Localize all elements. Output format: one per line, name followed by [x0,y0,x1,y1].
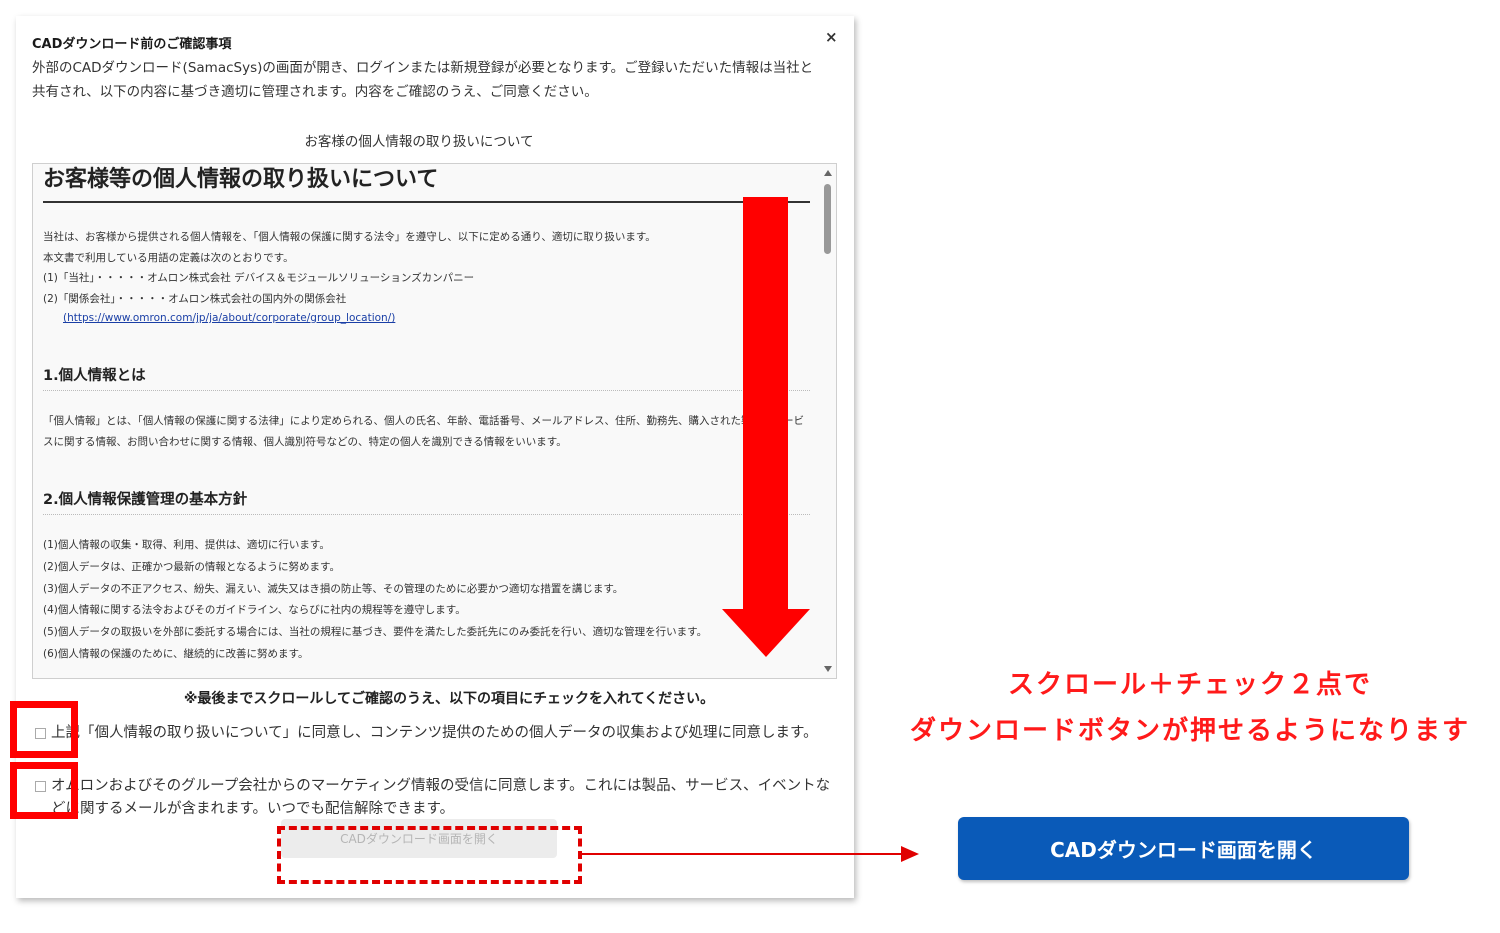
scrollbar[interactable] [820,164,836,678]
list-item: (3)個人データの不正アクセス、紛失、漏えい、滅失又はき損の防止等、その管理のた… [43,582,624,595]
intro-line: 当社は、お客様から提供される個人情報を、「個人情報の保護に関する法令」を遵守し、… [43,231,656,243]
document-title: お客様等の個人情報の取り扱いについて [43,167,439,192]
close-icon[interactable]: × [825,28,838,46]
consent-privacy-label: 上記「個人情報の取り扱いについて」に同意し、コンテンツ提供のための個人データの収… [51,725,818,741]
list-item: (1)個人情報の収集・取得、利用、提供は、適切に行います。 [43,539,330,551]
scroll-instruction: ※最後までスクロールしてご確認のうえ、以下の項目にチェックを入れてください。 [183,691,715,707]
consent-marketing-label: オムロンおよびそのグループ会社からのマーケティング情報の受信に同意します。これに… [51,778,831,817]
button-highlight [277,826,582,884]
section-divider [43,514,810,515]
policy-heading: お客様の個人情報の取り扱いについて [304,134,534,150]
list-item: (6)個人情報の保護のために、継続的に改善に努めます。 [43,647,309,660]
list-item: (5)個人データの取扱いを外部に委託する場合には、当社の規程に基づき、要件を満た… [43,626,708,639]
checkbox-highlight [10,701,78,758]
policy-scroll-area[interactable]: お客様等の個人情報の取り扱いについて 当社は、お客様から提供される個人情報を、「… [32,163,837,679]
section-divider [43,390,810,391]
list-item: (2)個人データは、正確かつ最新の情報となるように努めます。 [43,560,341,573]
cad-confirm-modal: × CADダウンロード前のご確認事項 外部のCADダウンロード(SamacSys… [16,16,854,898]
title-divider [43,201,810,203]
intro-line: 本文書で利用している用語の定義は次のとおりです。 [43,251,294,264]
policy-content: お客様等の個人情報の取り扱いについて 当社は、お客様から提供される個人情報を、「… [43,164,810,666]
group-location-link[interactable]: (https://www.omron.com/jp/ja/about/corpo… [63,309,810,328]
connector-arrow-line [582,853,902,855]
scroll-up-icon[interactable] [824,170,832,176]
list-item: (4)個人情報に関する法令およびそのガイドライン、ならびに社内の規程等を遵守しま… [43,604,466,617]
cad-download-button-enabled[interactable]: CADダウンロード画面を開く [958,817,1409,880]
section2-title: 2.個人情報保護管理の基本方針 [43,492,248,508]
annotation-note: スクロール＋チェック２点で ダウンロードボタンが押せるようになります [890,662,1490,754]
annotation-line2: ダウンロードボタンが押せるようになります [909,716,1470,746]
modal-title: CADダウンロード前のご確認事項 [32,37,232,52]
intro-line: (1)「当社」・・・・・オムロン株式会社 デバイス＆モジュールソリューションズカ… [43,272,475,284]
section1-text: 「個人情報」とは、「個人情報の保護に関する法律」により定められる、個人の氏名、年… [43,415,805,448]
scroll-arrow-head [722,609,810,657]
scroll-arrow-shaft [743,197,788,612]
scroll-down-icon[interactable] [824,666,832,672]
checkbox-highlight [10,762,78,819]
connector-arrow-head [901,846,919,862]
scrollbar-thumb[interactable] [824,184,831,254]
annotation-line1: スクロール＋チェック２点で [1007,670,1372,700]
consent-marketing-row[interactable]: オムロンおよびそのグループ会社からのマーケティング情報の受信に同意します。これに… [35,775,837,821]
consent-privacy-row[interactable]: 上記「個人情報の取り扱いについて」に同意し、コンテンツ提供のための個人データの収… [35,722,837,745]
modal-description: 外部のCADダウンロード(SamacSys)の画面が開き、ログインまたは新規登録… [32,60,814,100]
intro-line: (2)「関係会社」・・・・・オムロン株式会社の国内外の関係会社 [43,292,347,305]
section1-title: 1.個人情報とは [43,368,146,384]
